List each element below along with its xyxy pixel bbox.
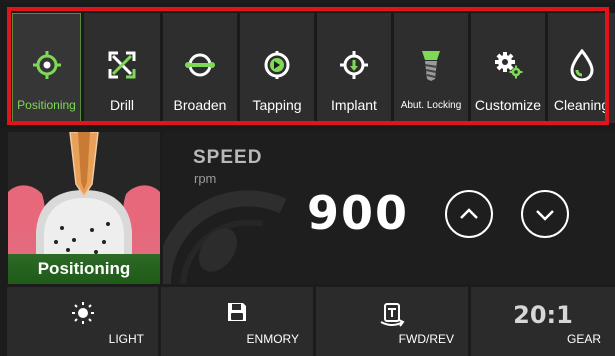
tab-broaden[interactable]: Broaden <box>163 13 237 123</box>
tab-label: Positioning <box>17 98 76 112</box>
tab-label: Drill <box>109 97 135 113</box>
gear-button[interactable]: 20:1 GEAR <box>471 287 615 356</box>
memory-button[interactable]: ENMORY <box>161 287 313 356</box>
tab-positioning[interactable]: Positioning <box>12 13 81 123</box>
direction-button[interactable]: FWD/REV <box>316 287 468 356</box>
illustration-caption: Positioning <box>8 254 160 284</box>
speed-unit: rpm <box>194 171 217 186</box>
memory-label: ENMORY <box>246 332 299 346</box>
tab-implant[interactable]: Implant <box>317 13 391 123</box>
dental-control-screen: Positioning Drill Broaden Tapping Implan… <box>0 0 615 356</box>
speed-title: SPEED <box>193 147 263 168</box>
crosshair-icon <box>31 49 63 81</box>
chevron-up-icon <box>460 208 478 219</box>
tapping-icon <box>261 49 293 81</box>
broaden-icon <box>184 49 216 81</box>
gear-ratio-value: 20:1 <box>513 301 573 329</box>
tab-label: Implant <box>331 97 377 113</box>
tab-label: Cleaning <box>553 97 610 113</box>
bottom-controls: LIGHT ENMORY FWD/REV 20:1 GEAR <box>0 287 615 356</box>
chevron-down-icon <box>536 210 554 221</box>
speed-panel: SPEED rpm 900 <box>163 132 615 284</box>
tab-cleaning[interactable]: Cleaning <box>548 13 615 123</box>
gears-icon <box>492 49 524 81</box>
tab-label: Tapping <box>252 97 302 113</box>
direction-label: FWD/REV <box>398 332 454 346</box>
light-label: LIGHT <box>108 332 144 346</box>
tab-label: Abut. Locking <box>400 100 462 111</box>
tab-drill[interactable]: Drill <box>84 13 160 123</box>
sun-icon <box>71 302 94 324</box>
speed-down-button[interactable] <box>521 190 569 238</box>
tab-abut-locking[interactable]: Abut. Locking <box>394 13 468 123</box>
tab-label: Broaden <box>173 97 227 113</box>
abutment-screw-icon <box>415 49 447 81</box>
gear-label: GEAR <box>566 332 601 346</box>
mode-tab-bar: Positioning Drill Broaden Tapping Implan… <box>0 3 615 129</box>
implant-icon <box>338 49 370 81</box>
tab-customize[interactable]: Customize <box>471 13 545 123</box>
speed-up-button[interactable] <box>445 190 493 238</box>
mode-illustration: Positioning <box>8 132 160 284</box>
light-button[interactable]: LIGHT <box>7 287 158 356</box>
save-icon <box>228 303 246 321</box>
expand-arrows-icon <box>106 49 138 81</box>
tab-tapping[interactable]: Tapping <box>240 13 314 123</box>
water-drop-icon <box>566 49 598 81</box>
tab-label: Customize <box>474 97 542 113</box>
speed-value: 900 <box>307 186 410 240</box>
rotation-direction-icon <box>380 303 405 327</box>
